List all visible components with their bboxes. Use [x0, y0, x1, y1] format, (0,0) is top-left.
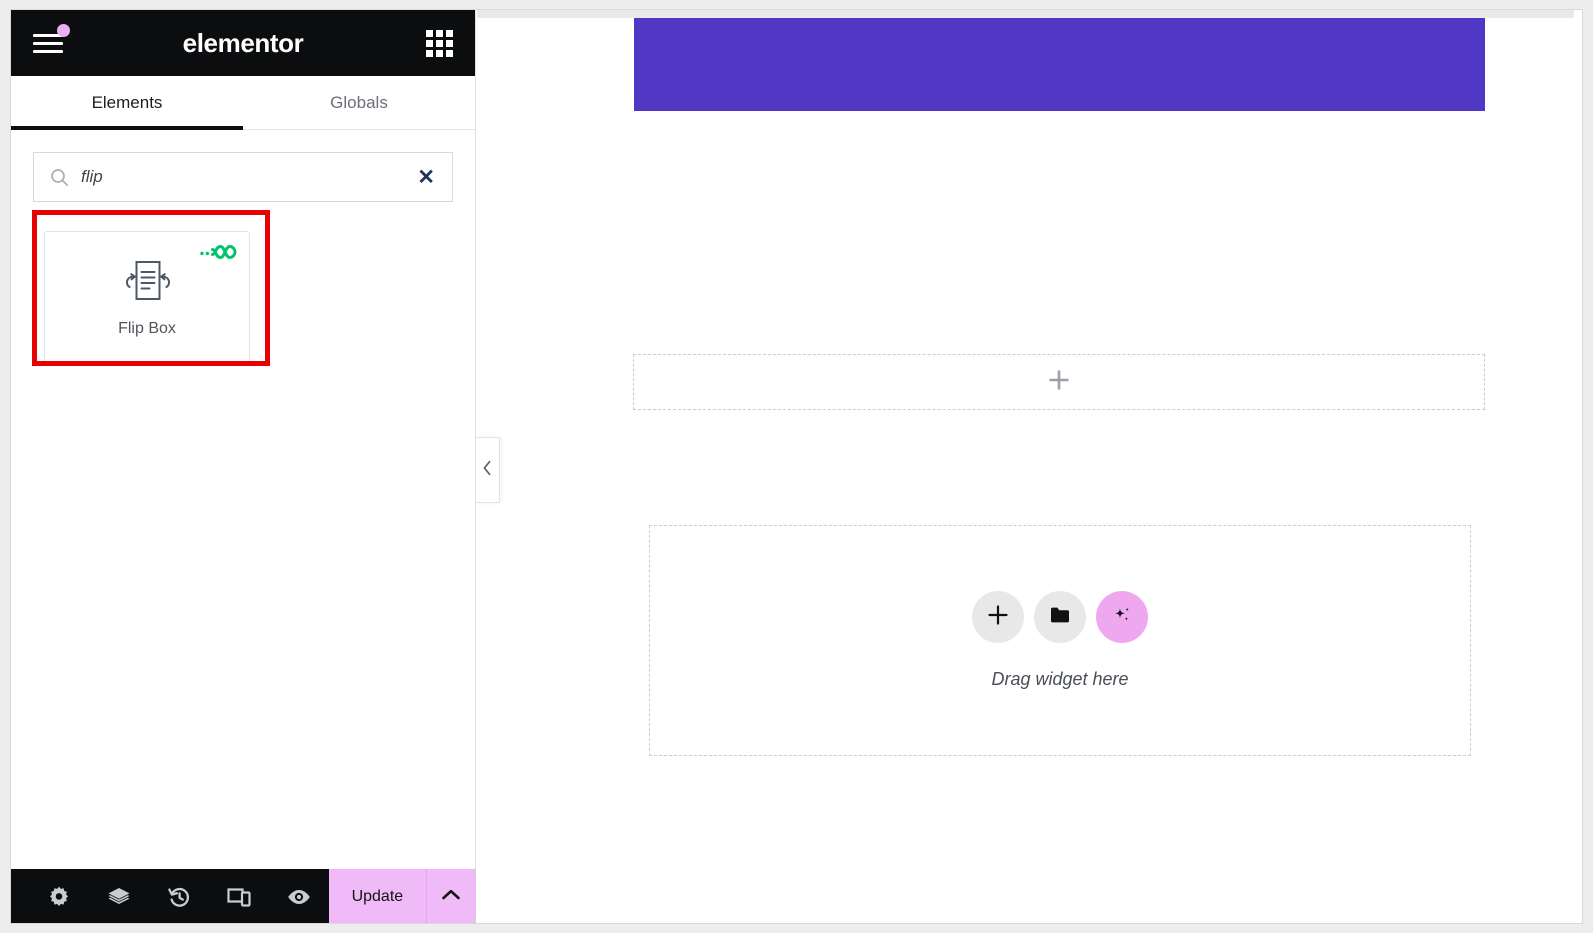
grid-cell: [425, 39, 433, 47]
canvas-right-edge: [1574, 10, 1582, 923]
grid-cell: [425, 49, 433, 57]
panel-collapse-handle[interactable]: [476, 437, 500, 503]
widget-list: Flip Box: [33, 202, 453, 365]
update-options-button[interactable]: [425, 869, 476, 923]
tab-elements-label: Elements: [91, 92, 163, 112]
history-icon[interactable]: [149, 869, 209, 923]
window-viewport: Drag widget here elementor Elements Glob…: [10, 9, 1583, 924]
footer-tool-group: [11, 869, 329, 923]
tab-elements[interactable]: Elements: [11, 76, 243, 130]
widget-results-area: Flip Box: [11, 202, 475, 366]
panel-tabs: Elements Globals: [11, 76, 475, 130]
folder-icon: [1050, 606, 1070, 629]
widget-label: Flip Box: [118, 320, 176, 337]
clear-search-icon[interactable]: ✕: [414, 167, 438, 188]
settings-icon[interactable]: [29, 869, 89, 923]
search-box[interactable]: ✕: [33, 152, 453, 202]
responsive-icon[interactable]: [209, 869, 269, 923]
drop-zone-label: Drag widget here: [991, 669, 1129, 689]
add-new-section-placeholder[interactable]: [633, 354, 1485, 410]
sparkle-icon: [1110, 603, 1134, 632]
plus-icon: [987, 604, 1009, 631]
editor-canvas[interactable]: Drag widget here: [477, 10, 1582, 923]
elementor-pro-badge: [199, 241, 239, 263]
update-button-label: Update: [351, 888, 404, 905]
grid-cell: [435, 39, 443, 47]
preview-icon[interactable]: [269, 869, 329, 923]
widget-drop-zone[interactable]: Drag widget here: [649, 525, 1471, 756]
browser-window: Drag widget here elementor Elements Glob…: [0, 0, 1593, 933]
ai-button[interactable]: [1096, 591, 1148, 643]
grid-cell: [445, 49, 453, 57]
chevron-left-icon: [482, 460, 493, 481]
layers-icon[interactable]: [89, 869, 149, 923]
plus-icon: [1046, 367, 1072, 398]
grid-cell: [435, 49, 443, 57]
flip-box-icon: [118, 258, 176, 306]
grid-cell: [425, 29, 433, 37]
hamburger-bar: [33, 41, 63, 45]
add-template-button[interactable]: [1034, 591, 1086, 643]
grid-cell: [445, 29, 453, 37]
panel-footer-toolbar: Update: [11, 869, 476, 923]
search-area: ✕: [11, 130, 475, 202]
panel-header: elementor: [11, 10, 475, 76]
canvas-top-strip: [477, 10, 1582, 18]
hamburger-bar: [33, 49, 63, 53]
drop-zone-button-group: [972, 591, 1148, 643]
chevron-up-icon: [441, 888, 461, 907]
update-button[interactable]: Update: [329, 869, 426, 923]
hero-banner-section[interactable]: [634, 18, 1485, 111]
search-input[interactable]: [81, 167, 403, 187]
grid-cell: [445, 39, 453, 47]
hamburger-menu-icon[interactable]: [29, 22, 71, 64]
editor-left-panel: elementor Elements Globals flip ✕ Flip B…: [11, 10, 476, 923]
widget-card-flip-box[interactable]: Flip Box: [44, 231, 250, 365]
grid-cell: [435, 29, 443, 37]
widgets-grid-icon[interactable]: [423, 27, 455, 59]
elementor-logo-text: elementor: [182, 27, 304, 58]
search-icon: [50, 168, 69, 187]
tab-globals-label: Globals: [330, 92, 388, 112]
tab-globals[interactable]: Globals: [243, 76, 475, 129]
notification-dot: [57, 24, 70, 37]
add-element-button[interactable]: [972, 591, 1024, 643]
